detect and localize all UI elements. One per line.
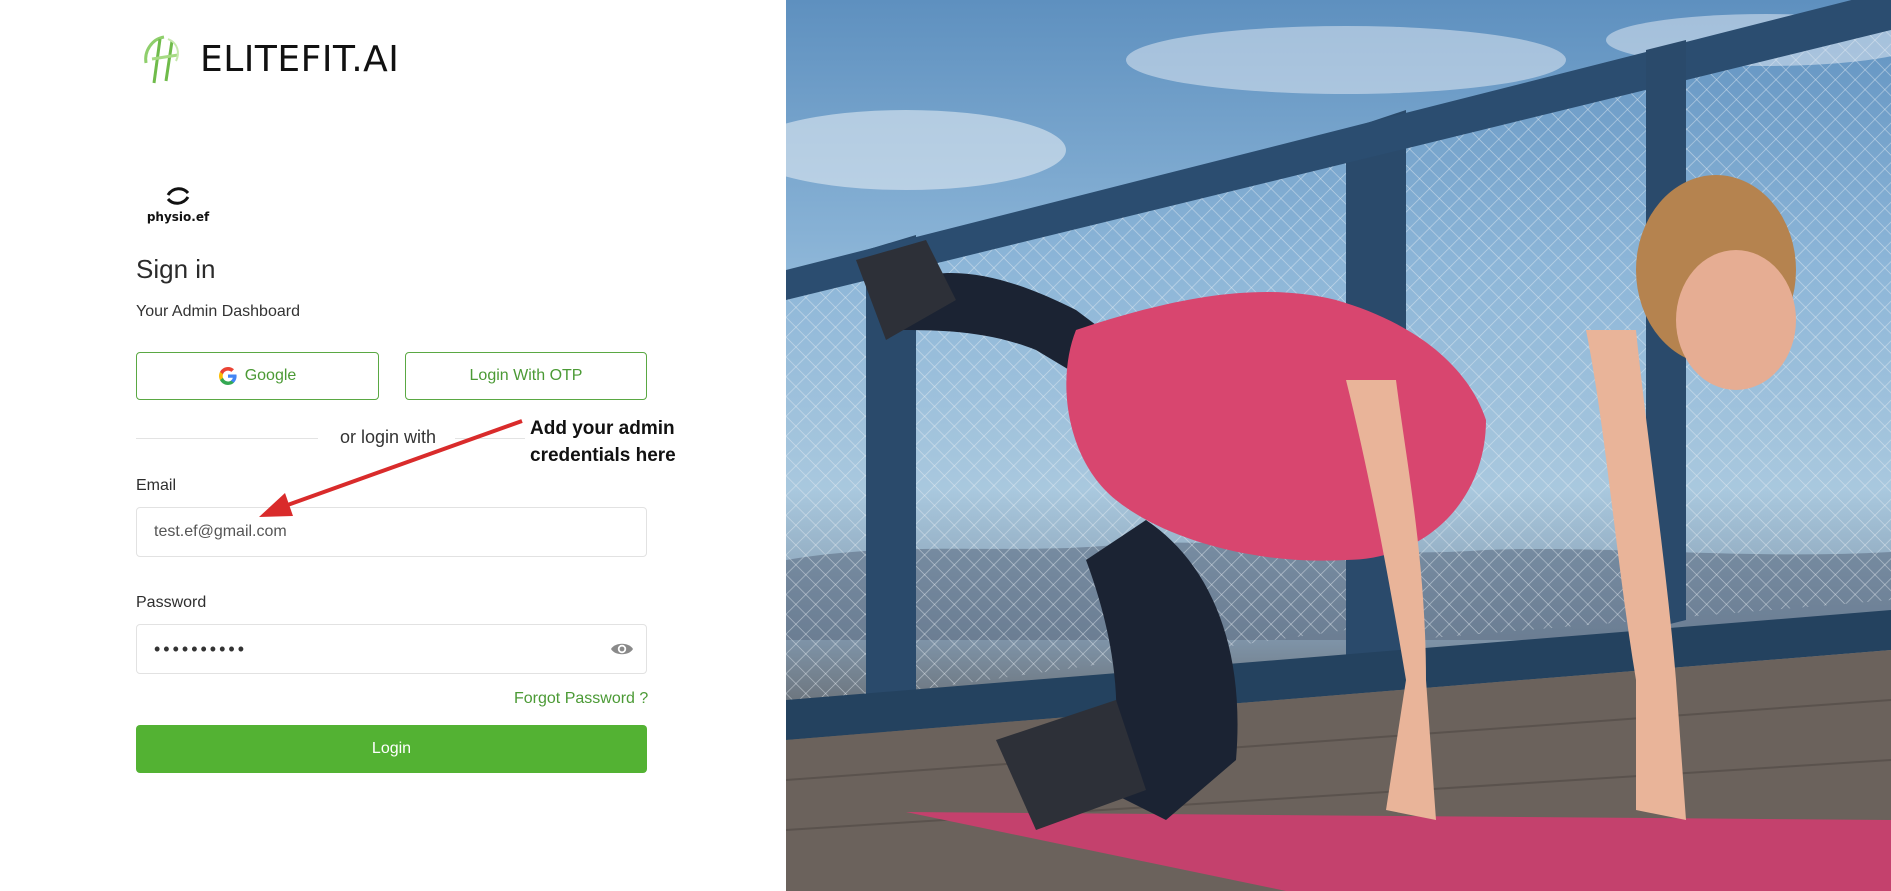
brand-header: ELITEFIT.AI: [138, 33, 399, 85]
page-title: Sign in: [136, 254, 216, 284]
forgot-password-link[interactable]: Forgot Password ?: [514, 690, 648, 708]
annotation-line-2: credentials here: [530, 445, 676, 466]
login-button-label: Login: [371, 740, 412, 757]
google-login-label: Google: [244, 367, 297, 384]
password-label: Password: [136, 594, 207, 611]
login-button[interactable]: Login: [136, 725, 647, 773]
physio-logo-text: physio.ef: [146, 210, 210, 224]
annotation-line-1: Add your admin: [530, 418, 675, 439]
email-field[interactable]: test.ef@gmail.com: [136, 507, 647, 557]
physio-logo: physio.ef: [146, 187, 210, 224]
brand-name: ELITEFIT.AI: [200, 38, 400, 80]
login-panel: ELITEFIT.AI physio.ef Sign in Your Admin…: [0, 0, 786, 891]
brand-logo-icon: [144, 35, 179, 84]
otp-login-label: Login With OTP: [469, 367, 583, 384]
annotation-callout: Add your admin credentials here: [530, 415, 690, 469]
email-label: Email: [136, 477, 177, 494]
eye-icon[interactable]: [610, 639, 634, 659]
divider-line-left: [136, 438, 318, 439]
physio-logo-icon: [166, 187, 190, 205]
password-value: ••••••••••: [154, 638, 248, 659]
hero-photo: [786, 0, 1891, 891]
otp-login-button[interactable]: Login With OTP: [405, 352, 647, 400]
email-value: test.ef@gmail.com: [154, 523, 287, 540]
hero-image: [786, 0, 1891, 891]
page-subtitle: Your Admin Dashboard: [136, 303, 300, 320]
google-icon: [218, 367, 237, 385]
password-field[interactable]: ••••••••••: [136, 624, 647, 674]
divider-text: or login with: [340, 427, 437, 447]
google-login-button[interactable]: Google: [136, 352, 379, 400]
divider-line-right: [455, 438, 525, 439]
